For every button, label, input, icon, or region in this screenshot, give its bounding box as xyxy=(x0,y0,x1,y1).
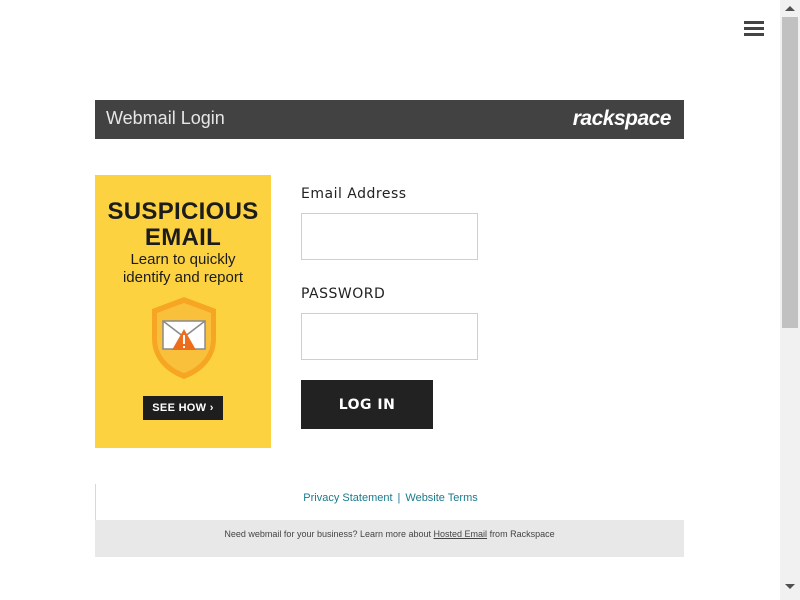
password-field[interactable] xyxy=(301,313,478,360)
see-how-button[interactable]: SEE HOW › xyxy=(143,396,223,420)
scroll-down-arrow-icon[interactable] xyxy=(785,584,795,589)
suspicious-email-banner[interactable]: SUSPICIOUS EMAIL Learn to quickly identi… xyxy=(95,175,271,448)
footer-links: Privacy Statement | Website Terms xyxy=(95,484,684,520)
shield-email-warning-icon xyxy=(152,297,216,379)
promo-prefix: Need webmail for your business? Learn mo… xyxy=(224,529,434,539)
link-separator: | xyxy=(397,492,401,504)
page-title: Webmail Login xyxy=(106,108,225,128)
email-field[interactable] xyxy=(301,213,478,260)
footer-promo: Need webmail for your business? Learn mo… xyxy=(95,520,684,557)
page-header: Webmail Login rackspace xyxy=(95,100,684,139)
banner-title: SUSPICIOUS EMAIL xyxy=(107,198,259,251)
email-label: Email Address xyxy=(301,186,407,202)
hamburger-menu-icon[interactable] xyxy=(744,21,764,37)
hosted-email-link[interactable]: Hosted Email xyxy=(434,529,488,539)
scroll-thumb[interactable] xyxy=(782,17,798,328)
see-how-label: SEE HOW xyxy=(152,402,207,414)
vertical-scrollbar[interactable] xyxy=(780,0,800,600)
promo-suffix: from Rackspace xyxy=(487,529,555,539)
login-button[interactable]: LOG IN xyxy=(301,380,433,429)
banner-subtitle: Learn to quickly identify and report xyxy=(122,251,244,286)
rackspace-logo: rackspace xyxy=(572,107,672,130)
chevron-right-icon: › xyxy=(209,402,214,414)
password-label: PASSWORD xyxy=(301,286,386,302)
website-terms-link[interactable]: Website Terms xyxy=(405,492,477,504)
privacy-statement-link[interactable]: Privacy Statement xyxy=(303,492,392,504)
scroll-up-arrow-icon[interactable] xyxy=(785,6,795,11)
